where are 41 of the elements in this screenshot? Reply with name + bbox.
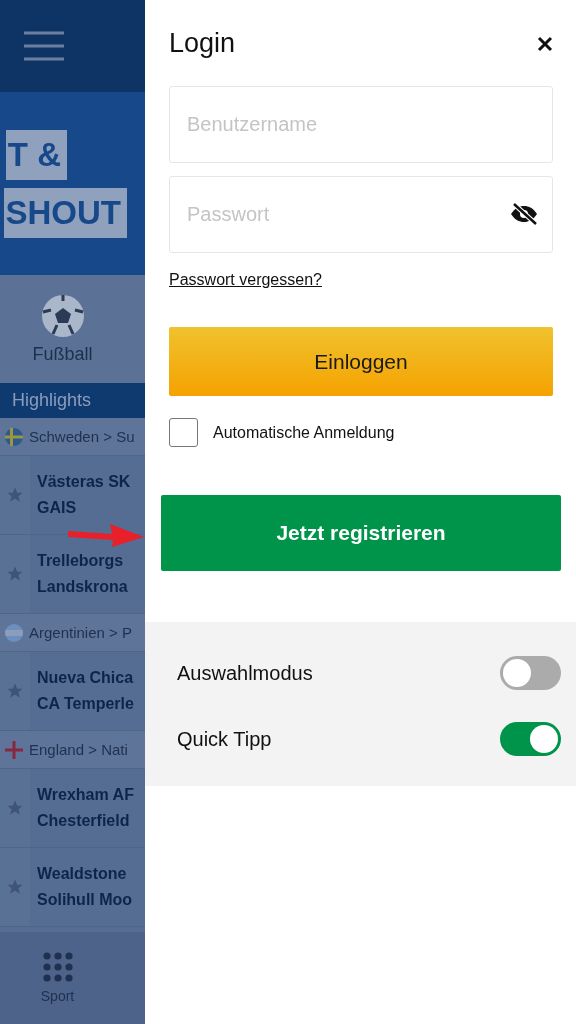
banner-text: T &: [5, 129, 67, 180]
bottom-nav-label[interactable]: Sport: [40, 988, 75, 1004]
team-name: Wealdstone: [37, 865, 128, 883]
section-title: Highlights: [0, 383, 145, 418]
banner-text: SHOUT: [3, 187, 127, 238]
menu-icon[interactable]: [24, 31, 64, 61]
team-name: Nueva Chica: [37, 669, 134, 687]
team-name: GAIS: [37, 499, 78, 517]
flag-icon: [5, 623, 23, 642]
password-field[interactable]: Passwort: [169, 176, 553, 253]
flag-icon: [5, 740, 23, 759]
star-icon[interactable]: [6, 682, 24, 700]
team-name: Landskrona: [37, 578, 128, 596]
checkbox-label[interactable]: Automatische Anmeldung: [213, 423, 395, 442]
star-icon[interactable]: [6, 565, 24, 583]
login-button[interactable]: Einloggen: [169, 327, 553, 396]
toggle-switch[interactable]: [500, 656, 561, 690]
flag-icon: [5, 427, 23, 446]
setting-label: Auswahlmodus: [177, 661, 313, 685]
dialog-title: Login: [169, 28, 236, 59]
sport-category-label[interactable]: Fußball: [32, 343, 93, 365]
star-icon[interactable]: [6, 486, 24, 504]
team-name: CA Temperle: [37, 695, 134, 713]
team-name: Wrexham AF: [37, 786, 134, 804]
register-button[interactable]: Jetzt registrieren: [161, 495, 561, 571]
toggle-switch[interactable]: [500, 722, 561, 756]
star-icon[interactable]: [6, 878, 24, 896]
forgot-password-link[interactable]: Passwort vergessen?: [169, 271, 322, 289]
eye-off-icon[interactable]: [509, 202, 539, 226]
team-name: Trelleborgs: [37, 552, 125, 570]
username-field[interactable]: Benutzername: [169, 86, 553, 163]
grid-icon[interactable]: [42, 952, 73, 982]
team-name: Chesterfield: [37, 812, 131, 830]
checkbox[interactable]: [169, 418, 198, 447]
soccer-ball-icon[interactable]: [40, 293, 85, 338]
team-name: Västeras SK: [37, 473, 131, 491]
star-icon[interactable]: [6, 799, 24, 817]
arrow-icon: [68, 523, 144, 547]
team-name: Solihull Moo: [37, 891, 133, 909]
close-icon[interactable]: [537, 35, 553, 52]
setting-label: Quick Tipp: [177, 727, 272, 751]
